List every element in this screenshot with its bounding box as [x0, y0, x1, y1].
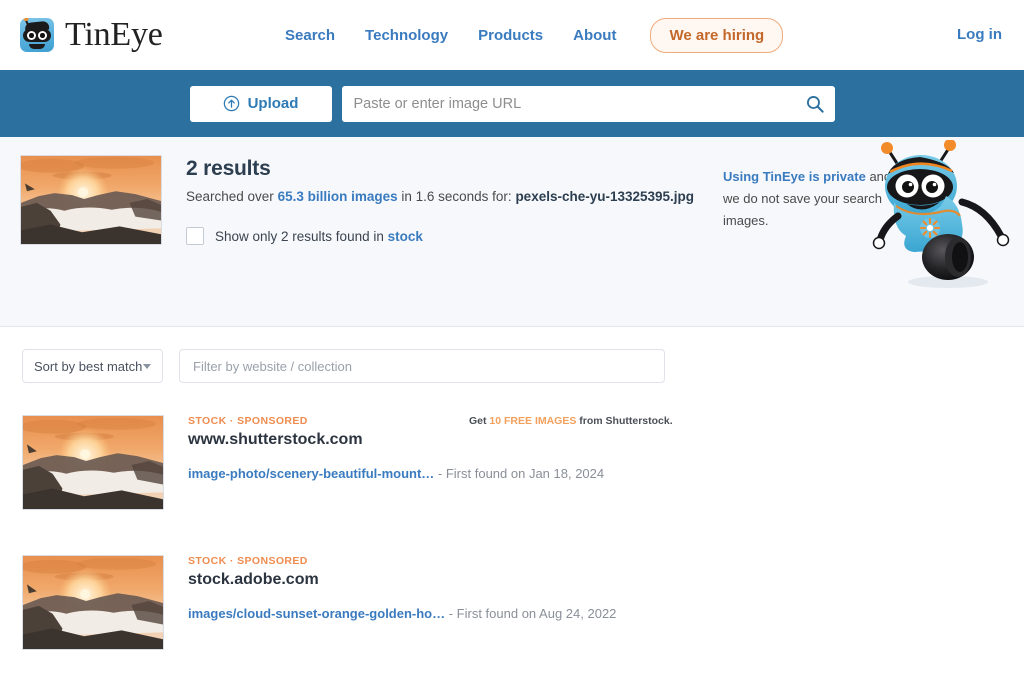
upload-button[interactable]: Upload [190, 86, 332, 122]
image-url-field-wrapper [342, 86, 835, 122]
nav-item-technology[interactable]: Technology [365, 27, 448, 44]
result-path-link[interactable]: image-photo/scenery-beautiful-mount… [188, 466, 434, 481]
tineye-robot-mascot-icon [862, 140, 1022, 290]
sunset-landscape-artwork [23, 416, 163, 509]
stock-only-filter: Show only 2 results found in stock [186, 227, 694, 245]
we-are-hiring-button[interactable]: We are hiring [650, 18, 783, 53]
results-list: STOCK · SPONSORED Get 10 FREE IMAGES fro… [0, 383, 1024, 679]
stock-link[interactable]: stock [388, 229, 423, 244]
result-thumbnail[interactable] [22, 555, 164, 650]
image-url-input[interactable] [354, 96, 805, 112]
result-first-found: - First found on Aug 24, 2022 [445, 606, 616, 621]
result-link-line: image-photo/scenery-beautiful-mount… - F… [188, 466, 888, 481]
sort-by-value: Sort by best match [34, 359, 142, 374]
searched-prefix: Searched over [186, 189, 278, 204]
stock-only-label: Show only 2 results found in stock [215, 229, 423, 244]
result-domain[interactable]: stock.adobe.com [188, 571, 888, 589]
searched-middle: in 1.6 seconds for: [398, 189, 516, 204]
search-bar: Upload [0, 70, 1024, 137]
results-count: 2 results [186, 157, 694, 181]
promo-suffix: from Shutterstock. [576, 415, 672, 427]
privacy-headline[interactable]: Using TinEye is private [723, 169, 866, 184]
result-promo: Get 10 FREE IMAGES from Shutterstock. [469, 415, 673, 427]
summary-text-block: 2 results Searched over 65.3 billion ima… [186, 155, 694, 245]
result-tags: STOCK · SPONSORED [188, 555, 888, 567]
sunset-landscape-artwork [23, 556, 163, 649]
result-details: STOCK · SPONSORED stock.adobe.com images… [188, 555, 888, 679]
top-navigation-bar: TinEye Search Technology Products About … [0, 0, 1024, 70]
result-thumbnail[interactable] [22, 415, 164, 510]
query-filename: pexels-che-yu-13325395.jpg [515, 189, 694, 204]
query-image-thumbnail[interactable] [20, 155, 162, 245]
primary-nav-links: Search Technology Products About We are … [285, 0, 783, 70]
website-collection-filter-input[interactable] [179, 349, 665, 383]
result-row: STOCK · SPONSORED Get 10 FREE IMAGES fro… [0, 399, 1024, 539]
nav-item-products[interactable]: Products [478, 27, 543, 44]
result-link-line: images/cloud-sunset-orange-golden-ho… - … [188, 606, 888, 621]
result-details: STOCK · SPONSORED Get 10 FREE IMAGES fro… [188, 415, 888, 539]
chevron-down-icon [143, 364, 151, 369]
searched-over-line: Searched over 65.3 billion images in 1.6… [186, 189, 694, 204]
stock-only-checkbox[interactable] [186, 227, 204, 245]
result-domain[interactable]: www.shutterstock.com [188, 431, 888, 449]
result-path-link[interactable]: images/cloud-sunset-orange-golden-ho… [188, 606, 445, 621]
result-row: STOCK · SPONSORED stock.adobe.com images… [0, 539, 1024, 679]
index-size-link[interactable]: 65.3 billion images [278, 189, 398, 204]
upload-circle-arrow-icon [223, 95, 240, 112]
stock-only-text: Show only 2 results found in [215, 229, 388, 244]
sort-by-dropdown[interactable]: Sort by best match [22, 349, 163, 383]
logo-wordmark: TinEye [65, 16, 163, 54]
promo-prefix: Get [469, 415, 489, 427]
login-link[interactable]: Log in [957, 26, 1002, 43]
tineye-robot-logo-icon [20, 18, 54, 52]
sunset-landscape-artwork [21, 156, 161, 244]
nav-item-search[interactable]: Search [285, 27, 335, 44]
promo-highlight: 10 FREE IMAGES [489, 415, 576, 427]
nav-item-about[interactable]: About [573, 27, 616, 44]
results-filter-row: Sort by best match [0, 327, 1024, 383]
upload-button-label: Upload [248, 95, 299, 112]
search-summary-panel: 2 results Searched over 65.3 billion ima… [0, 137, 1024, 327]
result-first-found: - First found on Jan 18, 2024 [434, 466, 604, 481]
magnifier-icon[interactable] [805, 94, 825, 114]
tineye-logo[interactable]: TinEye [20, 16, 163, 54]
